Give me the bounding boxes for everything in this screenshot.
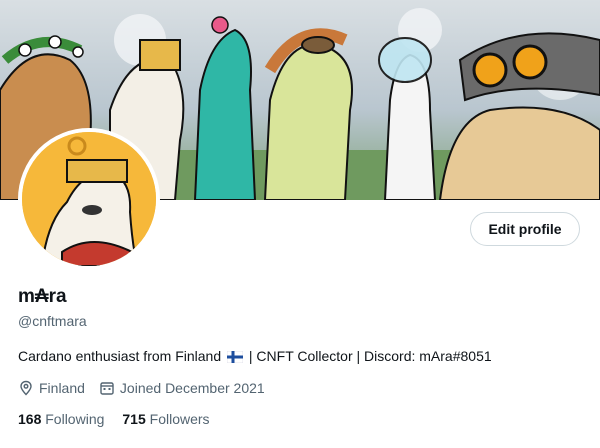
avatar-illustration bbox=[22, 132, 156, 266]
finland-flag-icon bbox=[226, 350, 244, 366]
joined-item: Joined December 2021 bbox=[99, 380, 265, 396]
following-link[interactable]: 168 Following bbox=[18, 411, 104, 427]
follow-stats: 168 Following 715 Followers bbox=[18, 411, 228, 427]
location-text: Finland bbox=[39, 380, 85, 396]
joined-text: Joined December 2021 bbox=[119, 380, 265, 396]
followers-link[interactable]: 715 Followers bbox=[122, 411, 209, 427]
bio-text-start: Cardano enthusiast from Finland bbox=[18, 348, 222, 364]
profile-bio: Cardano enthusiast from Finland | CNFT C… bbox=[18, 348, 492, 366]
followers-count: 715 bbox=[122, 411, 146, 427]
following-count: 168 bbox=[18, 411, 42, 427]
edit-profile-button[interactable]: Edit profile bbox=[470, 212, 580, 246]
location-item: Finland bbox=[18, 380, 85, 396]
profile-meta: Finland Joined December 2021 bbox=[18, 380, 279, 396]
user-handle: @cnftmara bbox=[18, 313, 87, 329]
display-name: m₳ra bbox=[18, 286, 67, 307]
location-pin-icon bbox=[20, 380, 32, 396]
following-label: Following bbox=[45, 411, 105, 427]
profile-avatar[interactable] bbox=[18, 128, 160, 270]
calendar-icon bbox=[100, 382, 114, 395]
followers-label: Followers bbox=[149, 411, 210, 427]
bio-text-end: | CNFT Collector | Discord: mAra#8051 bbox=[248, 348, 492, 364]
